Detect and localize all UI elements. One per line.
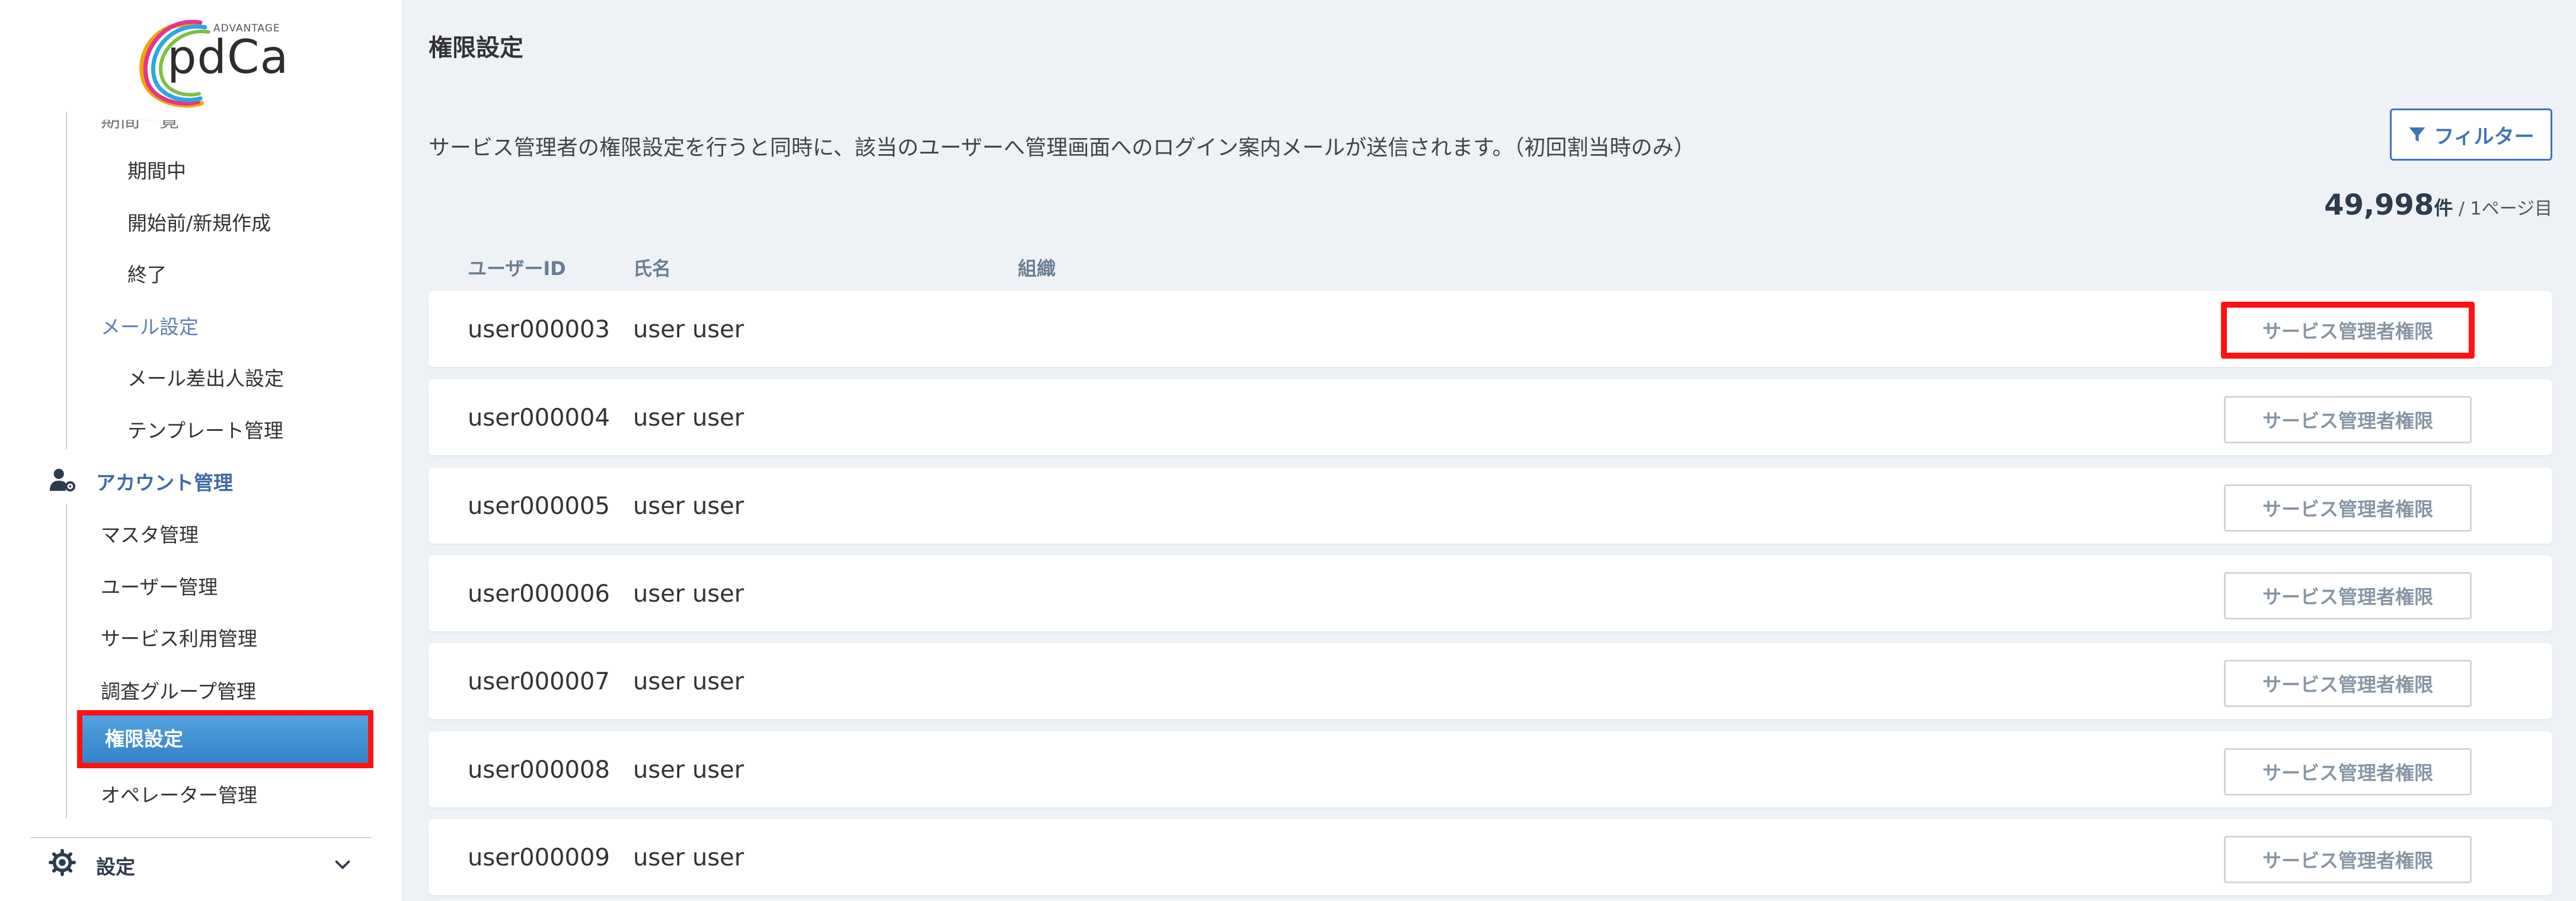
table-row: user000006 user user サービス管理者権限 [429, 555, 2552, 631]
result-count: 49,998件 / 1ページ目 [2324, 188, 2552, 222]
result-page-indicator: / 1ページ目 [2453, 199, 2552, 219]
table-row: user000004 user user サービス管理者権限 [429, 379, 2552, 455]
sidebar-item-in-progress[interactable]: 期間中 [127, 155, 186, 184]
service-admin-permission-button[interactable]: サービス管理者権限 [2224, 484, 2472, 532]
filter-icon [2409, 127, 2425, 142]
sidebar-item-service-usage[interactable]: サービス利用管理 [101, 623, 257, 651]
cell-name: user user [633, 844, 744, 871]
cell-user-id: user000004 [468, 404, 610, 432]
sidebar-item-users[interactable]: ユーザー管理 [101, 571, 218, 600]
cell-user-id: user000006 [468, 580, 610, 608]
sidebar-divider [31, 837, 371, 838]
logo-text: pdCa [167, 31, 289, 84]
table-row: user000007 user user サービス管理者権限 [429, 643, 2552, 719]
nav-tree-line [66, 111, 67, 449]
service-admin-permission-button[interactable]: サービス管理者権限 [2224, 748, 2472, 795]
table-row: user000005 user user サービス管理者権限 [429, 468, 2552, 544]
sidebar-item-finished[interactable]: 終了 [127, 259, 167, 287]
sidebar-item-account-management[interactable]: アカウント管理 [96, 467, 233, 496]
table-row: user000009 user user サービス管理者権限 [429, 819, 2552, 895]
sidebar-item-survey-group[interactable]: 調査グループ管理 [101, 676, 256, 704]
filter-button[interactable]: フィルター [2390, 108, 2552, 161]
cell-user-id: user000005 [468, 493, 610, 520]
cell-user-id: user000008 [468, 756, 610, 784]
cell-name: user user [633, 493, 744, 520]
logo[interactable]: ADVANTAGE pdCa [130, 14, 308, 109]
column-header-org: 組織 [1018, 257, 1056, 280]
sidebar: ADVANTAGE pdCa 期間一覧 期間中 開始前/新規作成 終了 メール設… [0, 0, 402, 901]
service-admin-permission-button[interactable]: サービス管理者権限 [2224, 836, 2472, 883]
service-admin-permission-button[interactable]: サービス管理者権限 [2221, 302, 2475, 359]
cell-user-id: user000009 [468, 844, 610, 871]
cell-name: user user [633, 668, 744, 695]
service-admin-permission-button[interactable]: サービス管理者権限 [2224, 396, 2472, 443]
cell-user-id: user000007 [468, 668, 610, 695]
notice-text: サービス管理者の権限設定を行うと同時に、該当のユーザーへ管理画面へのログイン案内… [429, 136, 1695, 160]
column-header-name: 氏名 [633, 257, 672, 280]
cell-name: user user [633, 316, 744, 343]
sidebar-item-mail-sender[interactable]: メール差出人設定 [127, 363, 284, 391]
sidebar-item-settings[interactable]: 設定 [96, 851, 135, 880]
chevron-down-icon[interactable] [332, 854, 353, 875]
sidebar-item-before-start[interactable]: 開始前/新規作成 [127, 207, 271, 236]
result-count-unit: 件 [2434, 197, 2453, 219]
service-admin-permission-button[interactable]: サービス管理者権限 [2224, 572, 2472, 619]
user-cog-icon [49, 468, 76, 492]
cell-name: user user [633, 404, 744, 432]
nav-tree-line [66, 504, 67, 818]
cell-user-id: user000003 [468, 316, 610, 343]
gear-icon [49, 849, 76, 876]
app-root: ADVANTAGE pdCa 期間一覧 期間中 開始前/新規作成 終了 メール設… [0, 0, 2576, 901]
sidebar-item-operators[interactable]: オペレーター管理 [101, 779, 257, 808]
result-count-value: 49,998 [2324, 188, 2434, 222]
main-content: 権限設定 サービス管理者の権限設定を行うと同時に、該当のユーザーへ管理画面へのロ… [402, 0, 2576, 901]
page-title: 権限設定 [429, 34, 523, 62]
sidebar-item-permissions[interactable]: 権限設定 [77, 710, 373, 768]
table-row: user000008 user user サービス管理者権限 [429, 731, 2552, 807]
sidebar-item-mail-settings[interactable]: メール設定 [101, 311, 199, 340]
service-admin-permission-button[interactable]: サービス管理者権限 [2224, 660, 2472, 707]
column-header-user-id: ユーザーID [468, 257, 566, 280]
table-row: user000003 user user サービス管理者権限 [429, 291, 2552, 367]
sidebar-item-template[interactable]: テンプレート管理 [127, 415, 283, 443]
sidebar-item-master[interactable]: マスタ管理 [101, 519, 199, 548]
cell-name: user user [633, 580, 744, 608]
filter-button-label: フィルター [2434, 125, 2535, 148]
cell-name: user user [633, 756, 744, 784]
